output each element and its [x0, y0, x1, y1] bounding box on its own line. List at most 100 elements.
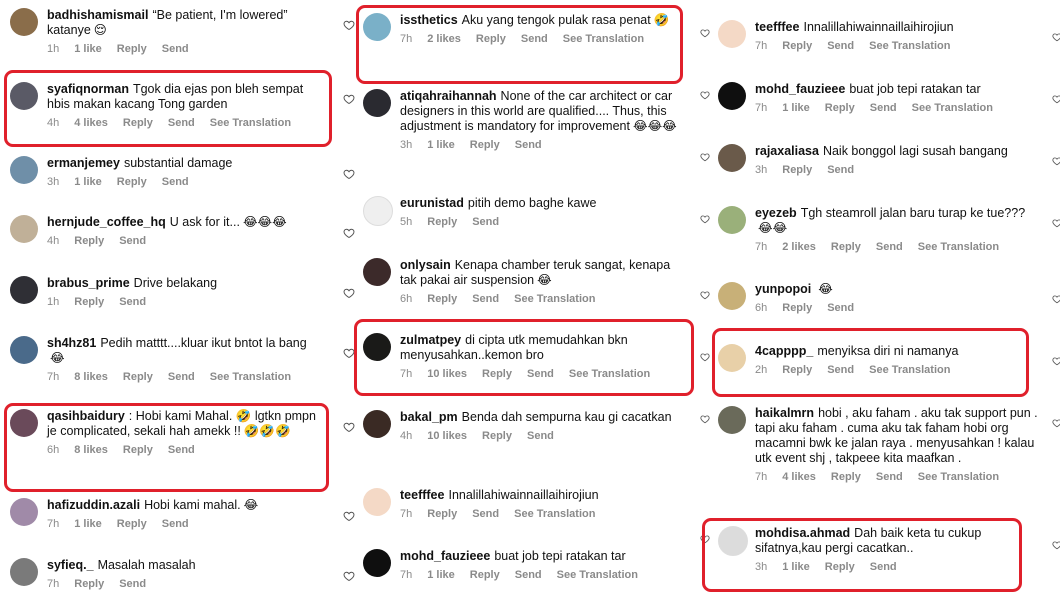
like-count[interactable]: 1 like	[427, 139, 455, 151]
like-count[interactable]: 4 likes	[782, 471, 816, 483]
avatar[interactable]	[363, 488, 391, 516]
see-translation-link[interactable]: See Translation	[210, 371, 291, 383]
comment-username[interactable]: yunpopoi	[755, 282, 811, 296]
comment-username[interactable]: teefffee	[755, 20, 799, 34]
like-count[interactable]: 1 like	[427, 569, 455, 581]
like-heart-icon[interactable]	[1052, 218, 1060, 228]
comment-username[interactable]: mohd_fauzieee	[400, 549, 490, 563]
send-button[interactable]: Send	[515, 139, 542, 151]
see-translation-link[interactable]: See Translation	[918, 471, 999, 483]
avatar[interactable]	[10, 336, 38, 364]
comment-username[interactable]: sh4hz81	[47, 336, 96, 350]
avatar[interactable]	[718, 282, 746, 310]
reply-button[interactable]: Reply	[782, 302, 812, 314]
send-button[interactable]: Send	[119, 235, 146, 247]
send-button[interactable]: Send	[870, 102, 897, 114]
reply-button[interactable]: Reply	[74, 235, 104, 247]
avatar[interactable]	[718, 406, 746, 434]
comment-username[interactable]: eyezeb	[755, 206, 797, 220]
like-heart-icon[interactable]	[343, 510, 355, 522]
send-button[interactable]: Send	[515, 569, 542, 581]
avatar[interactable]	[718, 206, 746, 234]
comment-username[interactable]: atiqahraihannah	[400, 89, 497, 103]
like-count[interactable]: 10 likes	[427, 430, 467, 442]
reply-button[interactable]: Reply	[482, 430, 512, 442]
comment-username[interactable]: ermanjemey	[47, 156, 120, 170]
comment-username[interactable]: rajaxaliasa	[755, 144, 819, 158]
see-translation-link[interactable]: See Translation	[557, 569, 638, 581]
send-button[interactable]: Send	[162, 43, 189, 55]
avatar[interactable]	[10, 276, 38, 304]
avatar[interactable]	[363, 549, 391, 577]
avatar[interactable]	[718, 144, 746, 172]
like-heart-icon[interactable]	[343, 168, 355, 180]
like-heart-icon[interactable]	[1052, 94, 1060, 104]
send-button[interactable]: Send	[827, 40, 854, 52]
reply-button[interactable]: Reply	[470, 139, 500, 151]
like-heart-icon[interactable]	[343, 19, 355, 31]
like-count[interactable]: 1 like	[74, 176, 102, 188]
reply-button[interactable]: Reply	[427, 293, 457, 305]
comment-username[interactable]: hafizuddin.azali	[47, 498, 140, 512]
comment-username[interactable]: onlysain	[400, 258, 451, 272]
comment-username[interactable]: haikalmrn	[755, 406, 814, 420]
see-translation-link[interactable]: See Translation	[514, 293, 595, 305]
like-heart-icon[interactable]	[1052, 540, 1060, 550]
like-heart-icon[interactable]	[700, 152, 710, 162]
comment-username[interactable]: syfieq._	[47, 558, 94, 572]
see-translation-link[interactable]: See Translation	[912, 102, 993, 114]
reply-button[interactable]: Reply	[427, 216, 457, 228]
comment-username[interactable]: eurunistad	[400, 196, 464, 210]
comment-username[interactable]: brabus_prime	[47, 276, 130, 290]
see-translation-link[interactable]: See Translation	[869, 40, 950, 52]
reply-button[interactable]: Reply	[74, 578, 104, 590]
like-heart-icon[interactable]	[1052, 418, 1060, 428]
send-button[interactable]: Send	[876, 241, 903, 253]
avatar[interactable]	[363, 89, 391, 117]
avatar[interactable]	[10, 156, 38, 184]
reply-button[interactable]: Reply	[117, 176, 147, 188]
comment-username[interactable]: mohd_fauzieee	[755, 82, 845, 96]
like-heart-icon[interactable]	[700, 90, 710, 100]
like-heart-icon[interactable]	[700, 352, 710, 362]
like-count[interactable]: 8 likes	[74, 371, 108, 383]
avatar[interactable]	[10, 8, 38, 36]
reply-button[interactable]: Reply	[831, 471, 861, 483]
send-button[interactable]: Send	[827, 164, 854, 176]
like-heart-icon[interactable]	[343, 570, 355, 582]
reply-button[interactable]: Reply	[782, 40, 812, 52]
send-button[interactable]: Send	[472, 508, 499, 520]
avatar[interactable]	[10, 498, 38, 526]
send-button[interactable]: Send	[876, 471, 903, 483]
like-heart-icon[interactable]	[343, 421, 355, 433]
send-button[interactable]: Send	[119, 296, 146, 308]
reply-button[interactable]: Reply	[74, 296, 104, 308]
avatar[interactable]	[718, 82, 746, 110]
avatar[interactable]	[363, 258, 391, 286]
like-heart-icon[interactable]	[343, 227, 355, 239]
like-heart-icon[interactable]	[700, 214, 710, 224]
send-button[interactable]: Send	[472, 293, 499, 305]
send-button[interactable]: Send	[168, 371, 195, 383]
reply-button[interactable]: Reply	[117, 518, 147, 530]
avatar[interactable]	[363, 196, 393, 226]
like-count[interactable]: 1 like	[74, 43, 102, 55]
like-count[interactable]: 1 like	[74, 518, 102, 530]
see-translation-link[interactable]: See Translation	[514, 508, 595, 520]
like-heart-icon[interactable]	[700, 28, 710, 38]
like-heart-icon[interactable]	[1052, 156, 1060, 166]
comment-username[interactable]: bakal_pm	[400, 410, 458, 424]
send-button[interactable]: Send	[527, 430, 554, 442]
like-heart-icon[interactable]	[1052, 356, 1060, 366]
avatar[interactable]	[10, 558, 38, 586]
like-heart-icon[interactable]	[1052, 294, 1060, 304]
comment-username[interactable]: hernjude_coffee_hq	[47, 215, 166, 229]
like-heart-icon[interactable]	[700, 414, 710, 424]
reply-button[interactable]: Reply	[427, 508, 457, 520]
avatar[interactable]	[10, 215, 38, 243]
like-heart-icon[interactable]	[1052, 32, 1060, 42]
like-count[interactable]: 1 like	[782, 102, 810, 114]
like-count[interactable]: 2 likes	[782, 241, 816, 253]
like-heart-icon[interactable]	[700, 290, 710, 300]
reply-button[interactable]: Reply	[117, 43, 147, 55]
